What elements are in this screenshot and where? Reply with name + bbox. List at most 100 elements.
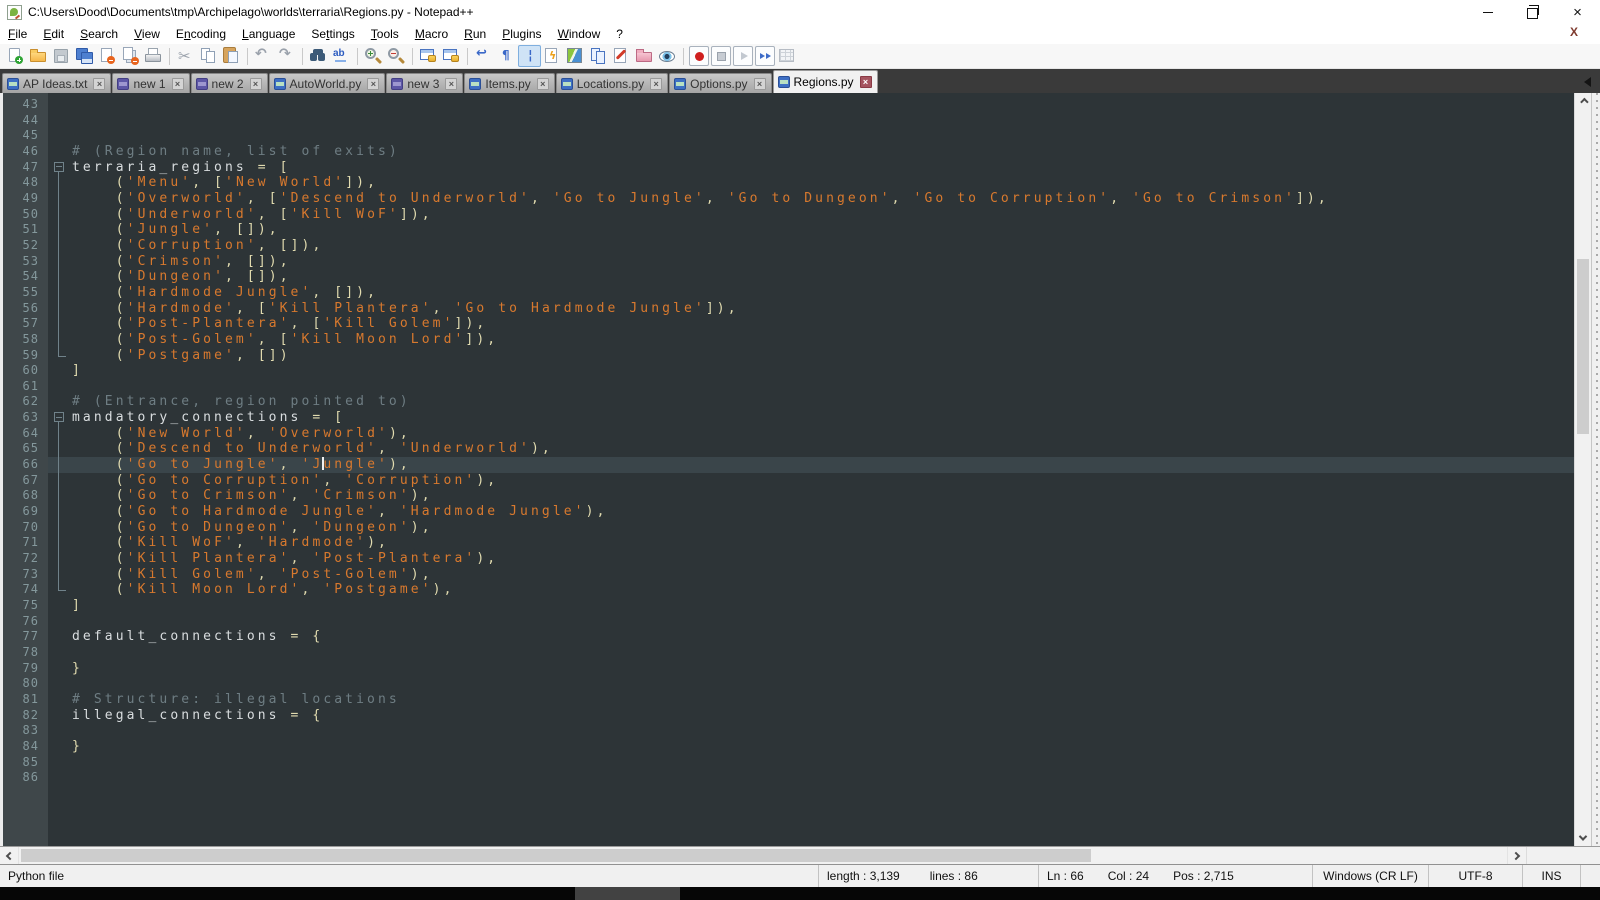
code-line-82[interactable]: 82illegal_connections = { (3, 708, 1574, 724)
code-line-76[interactable]: 76 (3, 614, 1574, 630)
code-line-62[interactable]: 62# (Entrance, region pointed to) (3, 394, 1574, 410)
cut-icon[interactable] (174, 45, 197, 67)
code-line-77[interactable]: 77default_connections = { (3, 629, 1574, 645)
copy-icon[interactable] (197, 45, 220, 67)
code-text[interactable]: ('Corruption', []), (72, 238, 1574, 254)
find-icon[interactable] (307, 45, 330, 67)
status-eol-format[interactable]: Windows (CR LF) (1312, 865, 1428, 887)
code-line-56[interactable]: 56 ('Hardmode', ['Kill Plantera', 'Go to… (3, 301, 1574, 317)
paste-icon[interactable] (220, 45, 243, 67)
code-line-73[interactable]: 73 ('Kill Golem', 'Post-Golem'), (3, 567, 1574, 583)
tab-close-icon[interactable]: × (172, 78, 184, 90)
menu-view[interactable]: View (126, 24, 168, 44)
redo-icon[interactable] (275, 45, 298, 67)
code-line-45[interactable]: 45 (3, 128, 1574, 144)
code-line-48[interactable]: 48 ('Menu', ['New World']), (3, 175, 1574, 191)
tab-close-icon[interactable]: × (250, 78, 262, 90)
code-text[interactable]: ('Go to Jungle', 'Jungle'), (72, 457, 1574, 473)
print-icon[interactable] (142, 45, 165, 67)
code-line-67[interactable]: 67 ('Go to Corruption', 'Corruption'), (3, 473, 1574, 489)
code-text[interactable]: ('Kill Plantera', 'Post-Plantera'), (72, 551, 1574, 567)
replace-icon[interactable] (330, 45, 353, 67)
code-line-54[interactable]: 54 ('Dungeon', []), (3, 269, 1574, 285)
code-text[interactable]: ('Crimson', []), (72, 254, 1574, 270)
code-text[interactable]: ('Menu', ['New World']), (72, 175, 1574, 191)
tab-scroll-left-icon[interactable] (1584, 77, 1591, 87)
code-text[interactable]: ('Kill Golem', 'Post-Golem'), (72, 567, 1574, 583)
code-text[interactable] (72, 614, 1574, 630)
code-line-60[interactable]: 60] (3, 363, 1574, 379)
tab-new-1[interactable]: new 1× (112, 73, 189, 93)
code-line-69[interactable]: 69 ('Go to Hardmode Jungle', 'Hardmode J… (3, 504, 1574, 520)
indent-guide-icon[interactable] (518, 45, 541, 67)
code-line-61[interactable]: 61 (3, 379, 1574, 395)
code-text[interactable] (72, 128, 1574, 144)
code-line-71[interactable]: 71 ('Kill WoF', 'Hardmode'), (3, 535, 1574, 551)
horizontal-scrollbar-track[interactable] (19, 847, 1507, 864)
menu-?[interactable]: ? (608, 24, 631, 44)
close-icon[interactable] (96, 45, 119, 67)
code-line-84[interactable]: 84} (3, 739, 1574, 755)
undo-icon[interactable] (252, 45, 275, 67)
macro-run-multi-icon[interactable] (755, 46, 775, 66)
document-map-icon[interactable] (564, 45, 587, 67)
code-text[interactable]: ('Postgame', []) (72, 348, 1574, 364)
vertical-scrollbar[interactable] (1574, 93, 1591, 846)
code-text[interactable]: ('Underworld', ['Kill WoF']), (72, 207, 1574, 223)
zoom-out-icon[interactable] (385, 45, 408, 67)
code-line-52[interactable]: 52 ('Corruption', []), (3, 238, 1574, 254)
code-line-57[interactable]: 57 ('Post-Plantera', ['Kill Golem']), (3, 316, 1574, 332)
tab-regions.py[interactable]: Regions.py× (773, 70, 878, 93)
menu-macro[interactable]: Macro (407, 24, 456, 44)
code-text[interactable]: ('Jungle', []), (72, 222, 1574, 238)
window-resize-border[interactable] (1591, 93, 1600, 846)
code-line-55[interactable]: 55 ('Hardmode Jungle', []), (3, 285, 1574, 301)
close-all-icon[interactable] (119, 45, 142, 67)
code-line-65[interactable]: 65 ('Descend to Underworld', 'Underworld… (3, 441, 1574, 457)
code-text[interactable]: } (72, 661, 1574, 677)
code-text[interactable]: terraria_regions = [ (72, 160, 1574, 176)
open-icon[interactable] (27, 45, 50, 67)
tab-new-3[interactable]: new 3× (386, 73, 463, 93)
code-text[interactable]: ('Dungeon', []), (72, 269, 1574, 285)
edit-marker-icon[interactable] (610, 45, 633, 67)
macro-save-icon[interactable] (776, 45, 799, 67)
menu-window[interactable]: Window (550, 24, 609, 44)
scroll-up-arrow[interactable] (1575, 93, 1591, 110)
menu-tools[interactable]: Tools (363, 24, 407, 44)
code-line-43[interactable]: 43 (3, 97, 1574, 113)
status-insert-mode[interactable]: INS (1522, 865, 1580, 887)
code-line-78[interactable]: 78 (3, 645, 1574, 661)
code-line-50[interactable]: 50 ('Underworld', ['Kill WoF']), (3, 207, 1574, 223)
tab-close-icon[interactable]: × (754, 78, 766, 90)
code-line-68[interactable]: 68 ('Go to Crimson', 'Crimson'), (3, 488, 1574, 504)
macro-stop-icon[interactable] (711, 46, 731, 66)
code-text[interactable] (72, 113, 1574, 129)
menu-encoding[interactable]: Encoding (168, 24, 234, 44)
tab-new-2[interactable]: new 2× (191, 73, 268, 93)
code-line-79[interactable]: 79} (3, 661, 1574, 677)
code-line-81[interactable]: 81# Structure: illegal locations (3, 692, 1574, 708)
code-text[interactable] (72, 645, 1574, 661)
tab-items.py[interactable]: Items.py× (464, 73, 554, 93)
code-line-75[interactable]: 75] (3, 598, 1574, 614)
code-editor[interactable]: 43444546# (Region name, list of exits)47… (3, 93, 1574, 846)
document-list-icon[interactable] (587, 45, 610, 67)
code-text[interactable]: ('Go to Corruption', 'Corruption'), (72, 473, 1574, 489)
tab-close-icon[interactable]: × (650, 78, 662, 90)
menu-language[interactable]: Language (234, 24, 303, 44)
folder-workspace-icon[interactable] (633, 45, 656, 67)
tab-autoworld.py[interactable]: AutoWorld.py× (269, 73, 386, 93)
code-text[interactable]: ('Post-Plantera', ['Kill Golem']), (72, 316, 1574, 332)
fold-box-marker[interactable] (48, 160, 72, 176)
code-line-74[interactable]: 74 ('Kill Moon Lord', 'Postgame'), (3, 582, 1574, 598)
code-text[interactable] (72, 97, 1574, 113)
scroll-down-arrow[interactable] (1575, 829, 1591, 846)
menu-run[interactable]: Run (456, 24, 494, 44)
tab-locations.py[interactable]: Locations.py× (556, 73, 668, 93)
code-line-47[interactable]: 47terraria_regions = [ (3, 160, 1574, 176)
code-line-49[interactable]: 49 ('Overworld', ['Descend to Underworld… (3, 191, 1574, 207)
menu-file[interactable]: File (0, 24, 35, 44)
menu-edit[interactable]: Edit (35, 24, 72, 44)
tab-ap-ideas.txt[interactable]: AP Ideas.txt× (2, 73, 111, 93)
